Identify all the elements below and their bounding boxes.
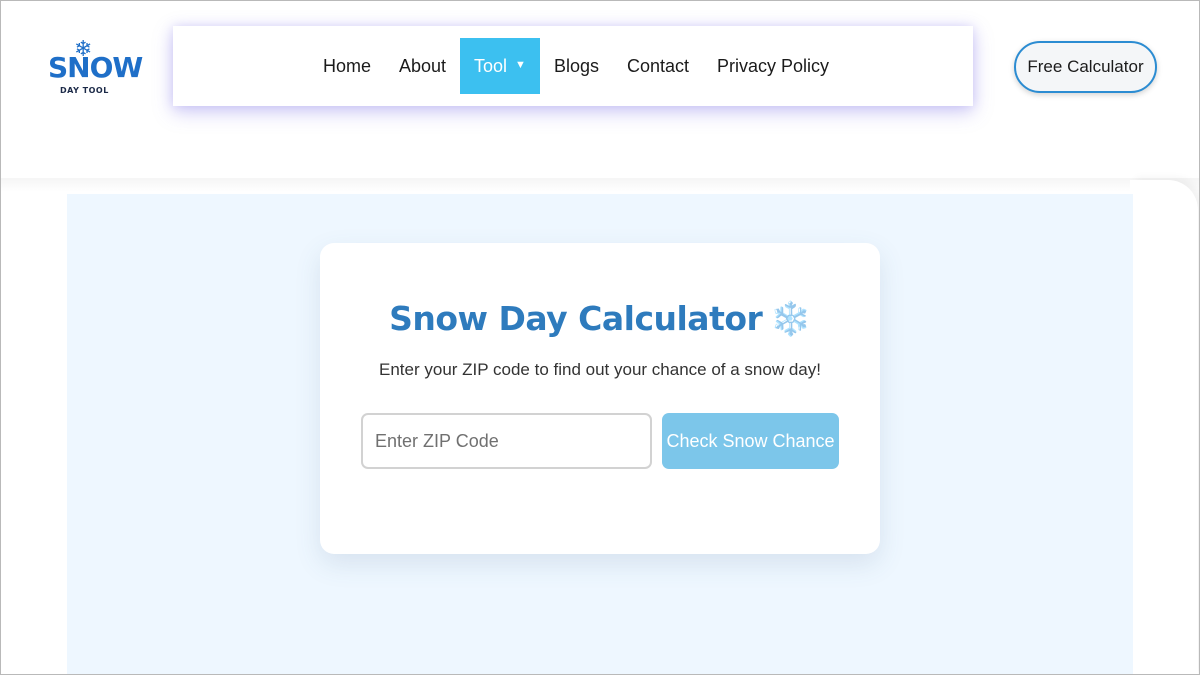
section-divider — [0, 178, 1200, 192]
snowflake-icon: ❄️ — [770, 299, 811, 338]
calculator-card: Snow Day Calculator ❄️ Enter your ZIP cod… — [320, 243, 880, 554]
logo-subtitle: DAY TOOL — [60, 86, 109, 95]
calculator-subtitle: Enter your ZIP code to find out your cha… — [379, 360, 821, 379]
zip-code-input[interactable] — [361, 413, 652, 469]
chevron-down-icon: ▼ — [515, 59, 526, 71]
nav-item-about[interactable]: About — [385, 38, 460, 94]
nav-item-privacy-policy[interactable]: Privacy Policy — [703, 38, 843, 94]
logo-word: SNOW — [48, 51, 143, 84]
main-nav: Home About Tool ▼ Blogs Contact Privacy … — [173, 26, 973, 106]
nav-item-tool[interactable]: Tool ▼ — [460, 38, 540, 94]
free-calculator-button[interactable]: Free Calculator — [1014, 41, 1157, 93]
section-edge — [1130, 180, 1198, 675]
nav-item-blogs[interactable]: Blogs — [540, 38, 613, 94]
check-snow-chance-button[interactable]: Check Snow Chance — [662, 413, 839, 469]
nav-list: Home About Tool ▼ Blogs Contact Privacy … — [309, 38, 843, 94]
calculator-title: Snow Day Calculator ❄️ — [389, 299, 811, 338]
site-logo[interactable]: ❄ SNOW DAY TOOL — [44, 36, 143, 102]
nav-item-contact[interactable]: Contact — [613, 38, 703, 94]
nav-item-home[interactable]: Home — [309, 38, 385, 94]
